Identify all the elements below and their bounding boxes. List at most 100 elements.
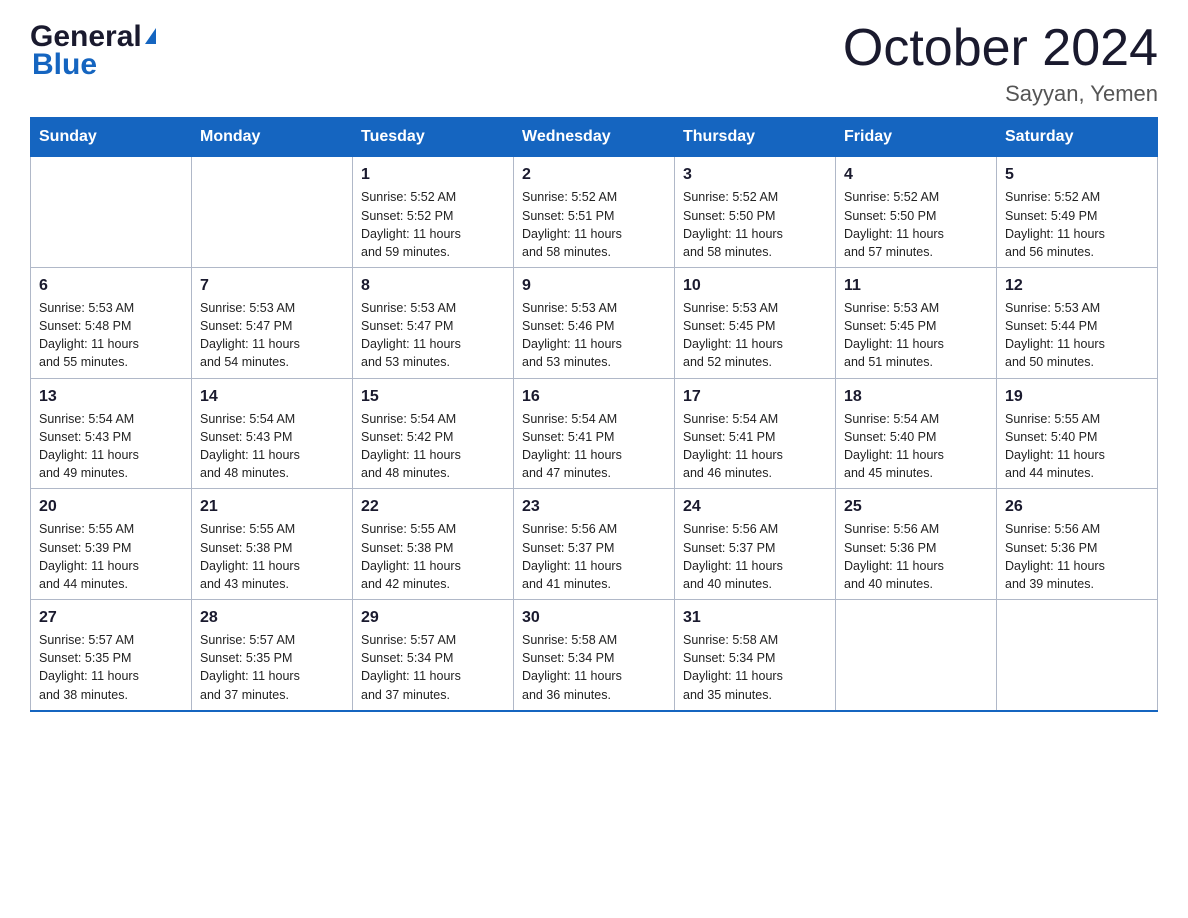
header-friday: Friday — [836, 118, 997, 157]
sun-info: Sunrise: 5:55 AM Sunset: 5:39 PM Dayligh… — [39, 520, 183, 593]
calendar-cell: 27Sunrise: 5:57 AM Sunset: 5:35 PM Dayli… — [31, 599, 192, 710]
sun-info: Sunrise: 5:52 AM Sunset: 5:51 PM Dayligh… — [522, 188, 666, 261]
calendar-week-row: 6Sunrise: 5:53 AM Sunset: 5:48 PM Daylig… — [31, 267, 1158, 378]
sun-info: Sunrise: 5:53 AM Sunset: 5:45 PM Dayligh… — [683, 299, 827, 372]
sun-info: Sunrise: 5:56 AM Sunset: 5:37 PM Dayligh… — [683, 520, 827, 593]
calendar-cell: 31Sunrise: 5:58 AM Sunset: 5:34 PM Dayli… — [675, 599, 836, 710]
day-number: 9 — [522, 274, 666, 297]
logo-triangle-icon — [145, 28, 156, 44]
day-number: 23 — [522, 495, 666, 518]
day-number: 19 — [1005, 385, 1149, 408]
day-number: 15 — [361, 385, 505, 408]
calendar-cell: 10Sunrise: 5:53 AM Sunset: 5:45 PM Dayli… — [675, 267, 836, 378]
calendar-cell: 9Sunrise: 5:53 AM Sunset: 5:46 PM Daylig… — [514, 267, 675, 378]
calendar-cell: 5Sunrise: 5:52 AM Sunset: 5:49 PM Daylig… — [997, 157, 1158, 268]
day-number: 30 — [522, 606, 666, 629]
header-saturday: Saturday — [997, 118, 1158, 157]
day-number: 16 — [522, 385, 666, 408]
sun-info: Sunrise: 5:53 AM Sunset: 5:46 PM Dayligh… — [522, 299, 666, 372]
sun-info: Sunrise: 5:55 AM Sunset: 5:40 PM Dayligh… — [1005, 410, 1149, 483]
day-number: 11 — [844, 274, 988, 297]
location: Sayyan, Yemen — [843, 81, 1158, 107]
day-number: 14 — [200, 385, 344, 408]
calendar-cell: 23Sunrise: 5:56 AM Sunset: 5:37 PM Dayli… — [514, 489, 675, 600]
header-thursday: Thursday — [675, 118, 836, 157]
sun-info: Sunrise: 5:58 AM Sunset: 5:34 PM Dayligh… — [683, 631, 827, 704]
sun-info: Sunrise: 5:57 AM Sunset: 5:34 PM Dayligh… — [361, 631, 505, 704]
day-number: 25 — [844, 495, 988, 518]
sun-info: Sunrise: 5:52 AM Sunset: 5:52 PM Dayligh… — [361, 188, 505, 261]
sun-info: Sunrise: 5:57 AM Sunset: 5:35 PM Dayligh… — [39, 631, 183, 704]
day-number: 24 — [683, 495, 827, 518]
calendar-cell: 20Sunrise: 5:55 AM Sunset: 5:39 PM Dayli… — [31, 489, 192, 600]
calendar-cell: 30Sunrise: 5:58 AM Sunset: 5:34 PM Dayli… — [514, 599, 675, 710]
calendar-cell — [997, 599, 1158, 710]
day-number: 21 — [200, 495, 344, 518]
day-number: 10 — [683, 274, 827, 297]
day-number: 22 — [361, 495, 505, 518]
day-number: 6 — [39, 274, 183, 297]
sun-info: Sunrise: 5:53 AM Sunset: 5:47 PM Dayligh… — [200, 299, 344, 372]
day-number: 1 — [361, 163, 505, 186]
sun-info: Sunrise: 5:56 AM Sunset: 5:36 PM Dayligh… — [1005, 520, 1149, 593]
day-number: 8 — [361, 274, 505, 297]
sun-info: Sunrise: 5:53 AM Sunset: 5:47 PM Dayligh… — [361, 299, 505, 372]
day-number: 17 — [683, 385, 827, 408]
calendar-week-row: 27Sunrise: 5:57 AM Sunset: 5:35 PM Dayli… — [31, 599, 1158, 710]
calendar-cell: 4Sunrise: 5:52 AM Sunset: 5:50 PM Daylig… — [836, 157, 997, 268]
calendar-cell — [836, 599, 997, 710]
calendar-cell: 1Sunrise: 5:52 AM Sunset: 5:52 PM Daylig… — [353, 157, 514, 268]
day-number: 28 — [200, 606, 344, 629]
sun-info: Sunrise: 5:54 AM Sunset: 5:43 PM Dayligh… — [200, 410, 344, 483]
calendar-cell: 21Sunrise: 5:55 AM Sunset: 5:38 PM Dayli… — [192, 489, 353, 600]
day-number: 5 — [1005, 163, 1149, 186]
calendar-cell: 22Sunrise: 5:55 AM Sunset: 5:38 PM Dayli… — [353, 489, 514, 600]
title-block: October 2024 Sayyan, Yemen — [843, 20, 1158, 107]
sun-info: Sunrise: 5:54 AM Sunset: 5:42 PM Dayligh… — [361, 410, 505, 483]
calendar-week-row: 13 Sunrise: 5:54 AM Sunset: 5:43 PM Dayli… — [31, 378, 1158, 489]
sun-info: Sunrise: 5:56 AM Sunset: 5:36 PM Dayligh… — [844, 520, 988, 593]
calendar-cell: 15Sunrise: 5:54 AM Sunset: 5:42 PM Dayli… — [353, 378, 514, 489]
day-number: 7 — [200, 274, 344, 297]
day-number: 20 — [39, 495, 183, 518]
day-number: 31 — [683, 606, 827, 629]
calendar-week-row: 20Sunrise: 5:55 AM Sunset: 5:39 PM Dayli… — [31, 489, 1158, 600]
calendar-cell: 19Sunrise: 5:55 AM Sunset: 5:40 PM Dayli… — [997, 378, 1158, 489]
calendar-cell: 26Sunrise: 5:56 AM Sunset: 5:36 PM Dayli… — [997, 489, 1158, 600]
day-number: 4 — [844, 163, 988, 186]
sun-info: Sunrise: 5:54 AM Sunset: 5:41 PM Dayligh… — [522, 410, 666, 483]
sun-info: Sunrise: 5:57 AM Sunset: 5:35 PM Dayligh… — [200, 631, 344, 704]
day-number: 12 — [1005, 274, 1149, 297]
day-number: 18 — [844, 385, 988, 408]
header-wednesday: Wednesday — [514, 118, 675, 157]
sun-info: Sunrise: 5:52 AM Sunset: 5:50 PM Dayligh… — [844, 188, 988, 261]
sun-info: Sunrise: 5:55 AM Sunset: 5:38 PM Dayligh… — [200, 520, 344, 593]
calendar-cell: 14Sunrise: 5:54 AM Sunset: 5:43 PM Dayli… — [192, 378, 353, 489]
calendar-header-row: SundayMondayTuesdayWednesdayThursdayFrid… — [31, 118, 1158, 157]
calendar-cell: 13Sunrise: 5:54 AM Sunset: 5:43 PM Dayli… — [31, 378, 192, 489]
header-monday: Monday — [192, 118, 353, 157]
header-sunday: Sunday — [31, 118, 192, 157]
sun-info: Sunrise: 5:54 AM Sunset: 5:41 PM Dayligh… — [683, 410, 827, 483]
sun-info: Sunrise: 5:52 AM Sunset: 5:49 PM Dayligh… — [1005, 188, 1149, 261]
calendar-cell: 3Sunrise: 5:52 AM Sunset: 5:50 PM Daylig… — [675, 157, 836, 268]
sun-info: Sunrise: 5:56 AM Sunset: 5:37 PM Dayligh… — [522, 520, 666, 593]
sun-info: Sunrise: 5:53 AM Sunset: 5:45 PM Dayligh… — [844, 299, 988, 372]
calendar-cell: 6Sunrise: 5:53 AM Sunset: 5:48 PM Daylig… — [31, 267, 192, 378]
calendar-cell: 29Sunrise: 5:57 AM Sunset: 5:34 PM Dayli… — [353, 599, 514, 710]
sun-info: Sunrise: 5:53 AM Sunset: 5:48 PM Dayligh… — [39, 299, 183, 372]
sun-info: Sunrise: 5:58 AM Sunset: 5:34 PM Dayligh… — [522, 631, 666, 704]
calendar-cell: 7Sunrise: 5:53 AM Sunset: 5:47 PM Daylig… — [192, 267, 353, 378]
calendar-cell: 11Sunrise: 5:53 AM Sunset: 5:45 PM Dayli… — [836, 267, 997, 378]
sun-info: Sunrise: 5:52 AM Sunset: 5:50 PM Dayligh… — [683, 188, 827, 261]
calendar-cell: 25Sunrise: 5:56 AM Sunset: 5:36 PM Dayli… — [836, 489, 997, 600]
calendar-cell: 2Sunrise: 5:52 AM Sunset: 5:51 PM Daylig… — [514, 157, 675, 268]
calendar-cell: 24Sunrise: 5:56 AM Sunset: 5:37 PM Dayli… — [675, 489, 836, 600]
calendar-cell — [31, 157, 192, 268]
day-number: 13 — [39, 385, 183, 408]
day-number: 29 — [361, 606, 505, 629]
day-number: 3 — [683, 163, 827, 186]
month-title: October 2024 — [843, 20, 1158, 77]
page-header: General Blue October 2024 Sayyan, Yemen — [30, 20, 1158, 107]
sun-info: Sunrise: 5:54 AM Sunset: 5:40 PM Dayligh… — [844, 410, 988, 483]
